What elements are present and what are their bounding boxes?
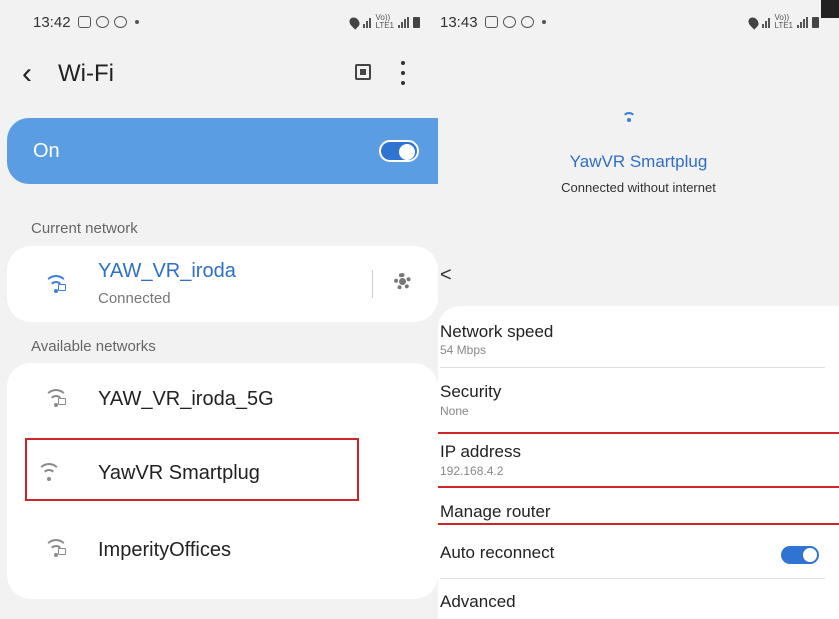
detail-value: 54 Mbps <box>440 343 487 357</box>
detail-row-network-speed: Network speed 54 Mbps <box>438 306 839 366</box>
network-name: YAW_VR_iroda_5G <box>98 388 274 410</box>
viber-icon <box>95 16 109 28</box>
status-time: 13:42 <box>33 13 71 31</box>
gallery-icon <box>484 16 498 28</box>
status-bar: 13:43 Vo)) LTE1 <box>438 0 839 44</box>
wifi-master-switch[interactable]: On <box>7 118 438 184</box>
network-name-title: YawVR Smartplug <box>569 152 708 171</box>
divider <box>440 578 825 579</box>
highlight-line <box>438 523 839 525</box>
more-options-icon[interactable] <box>397 58 409 88</box>
wifi-status-icon <box>762 17 771 28</box>
volte-label: Vo)) LTE1 <box>375 13 394 30</box>
advanced-label: Advanced <box>440 592 516 611</box>
page-title: Wi-Fi <box>58 60 114 87</box>
detail-row-manage-router[interactable]: Manage router <box>438 488 839 524</box>
wifi-lock-icon <box>44 387 68 409</box>
battery-icon <box>413 16 420 28</box>
current-network-card[interactable]: YAW_VR_iroda Connected <box>7 246 438 322</box>
network-details-screen: 13:43 Vo)) LTE1 YawVR Smartplug Connecte… <box>438 0 839 619</box>
current-network-status: Connected <box>98 290 171 307</box>
detail-row-advanced[interactable]: Advanced <box>438 580 839 616</box>
viber-icon <box>502 16 516 28</box>
more-notifications-icon <box>134 20 139 24</box>
qr-code-icon[interactable] <box>355 64 371 80</box>
system-icons: Vo)) LTE1 <box>746 0 819 44</box>
detail-value: 192.168.4.2 <box>440 464 504 478</box>
wifi-lock-icon <box>44 537 68 559</box>
battery-icon <box>812 16 819 28</box>
manage-router-label: Manage router <box>440 502 551 521</box>
status-time: 13:43 <box>440 13 478 31</box>
system-icons: Vo)) LTE1 <box>347 0 420 44</box>
wifi-toggle[interactable] <box>379 140 419 162</box>
connection-status: Connected without internet <box>561 180 716 195</box>
messenger-icon <box>113 16 127 28</box>
wifi-settings-screen: 13:42 Vo)) LTE1 ‹ Wi-Fi On Current netwo… <box>0 0 438 619</box>
current-network-name: YAW_VR_iroda <box>98 260 236 282</box>
wifi-icon <box>621 110 637 126</box>
network-row[interactable]: ImperityOffices <box>7 515 438 585</box>
notification-icons <box>77 16 139 28</box>
network-name: ImperityOffices <box>98 539 231 561</box>
more-notifications-icon <box>541 20 546 24</box>
auto-reconnect-toggle[interactable] <box>781 546 819 564</box>
messenger-icon <box>520 16 534 28</box>
location-icon <box>746 14 762 30</box>
detail-label: Security <box>440 382 502 401</box>
detail-value: None <box>440 404 469 418</box>
detail-row-security: Security None <box>438 368 839 430</box>
detail-row-ip-address: IP address 192.168.4.2 <box>438 434 839 486</box>
gear-icon[interactable] <box>394 273 411 290</box>
auto-reconnect-label: Auto reconnect <box>440 543 555 562</box>
signal-icon <box>797 16 808 28</box>
wifi-lock-icon <box>44 273 68 295</box>
status-bar: 13:42 Vo)) LTE1 <box>0 0 438 44</box>
current-network-heading: Current network <box>31 220 138 237</box>
location-icon <box>347 14 363 30</box>
detail-row-auto-reconnect[interactable]: Auto reconnect <box>438 534 839 574</box>
network-details-card: Network speed 54 Mbps Security None IP a… <box>438 306 839 619</box>
wifi-status-icon <box>363 17 372 28</box>
wifi-switch-label: On <box>33 140 60 162</box>
back-icon[interactable]: < <box>440 264 452 287</box>
notification-icons <box>484 16 546 28</box>
back-arrow-icon[interactable]: ‹ <box>22 56 32 92</box>
highlight-annotation <box>25 438 359 501</box>
detail-label: IP address <box>440 442 521 461</box>
available-networks-heading: Available networks <box>31 338 156 355</box>
detail-label: Network speed <box>440 322 554 341</box>
divider <box>372 270 373 298</box>
volte-label: Vo)) LTE1 <box>774 13 793 30</box>
gallery-icon <box>77 16 91 28</box>
app-bar: ‹ Wi-Fi <box>0 52 438 98</box>
corner-overlay <box>821 0 839 18</box>
signal-icon <box>398 16 409 28</box>
network-row[interactable]: YAW_VR_iroda_5G <box>7 363 438 433</box>
